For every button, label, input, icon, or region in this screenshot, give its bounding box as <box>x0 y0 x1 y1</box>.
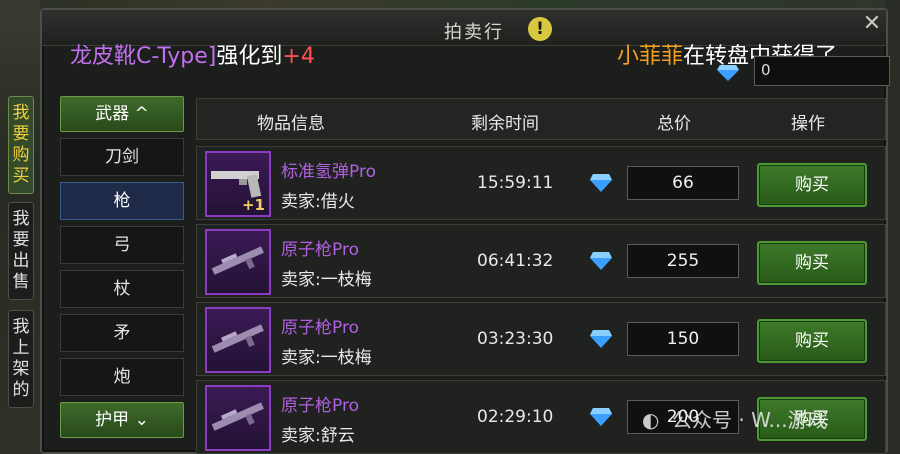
seller-name: 卖家:舒云 <box>281 426 355 446</box>
warning-icon[interactable]: ! <box>528 17 552 41</box>
category-item-cannon[interactable]: 炮 <box>60 358 184 396</box>
category-armor-label: 护甲 <box>95 410 130 430</box>
category-item-spear[interactable]: 矛 <box>60 314 184 352</box>
seller-name: 卖家:一枝梅 <box>281 270 372 290</box>
price-field: 150 <box>627 322 739 356</box>
announce-action: 强化到 <box>216 44 283 69</box>
category-item-gun[interactable]: 枪 <box>60 182 184 220</box>
price-field: 255 <box>627 244 739 278</box>
category-armor-toggle[interactable]: 护甲 ⌄ <box>60 402 184 438</box>
close-icon[interactable]: ✕ <box>860 12 884 36</box>
pistol-icon <box>211 171 262 198</box>
header-action: 操作 <box>791 114 825 134</box>
category-item-bow[interactable]: 弓 <box>60 226 184 264</box>
item-name: 原子枪Pro <box>281 240 359 260</box>
chevron-up-icon: ^ <box>134 104 149 124</box>
remaining-time: 02:29:10 <box>477 407 554 427</box>
announce-item: 龙皮靴C-Type] <box>70 44 217 69</box>
table-header: 物品信息 剩余时间 总价 操作 <box>196 98 886 140</box>
category-list: 武器 ^ 刀剑 枪 弓 杖 矛 炮 护甲 ⌄ <box>60 96 184 438</box>
table-row: 原子枪Pro 卖家:一枝梅 03:23:30 150 购买 <box>196 302 886 376</box>
seller-name: 卖家:借火 <box>281 192 355 212</box>
table-row: 原子枪Pro 卖家:一枝梅 06:41:32 255 购买 <box>196 224 886 298</box>
diamond-icon <box>590 174 612 192</box>
rifle-icon <box>211 324 264 353</box>
item-name: 原子枪Pro <box>281 318 359 338</box>
watermark: ◐ 公众号 · W...游戏 <box>642 404 828 433</box>
diamond-icon <box>590 252 612 270</box>
seller-name: 卖家:一枝梅 <box>281 348 372 368</box>
enhance-badge: +1 <box>241 196 265 214</box>
announce-player: 小菲菲 <box>617 44 684 69</box>
header-item-info: 物品信息 <box>257 114 325 134</box>
item-thumbnail[interactable] <box>205 385 271 451</box>
buy-button[interactable]: 购买 <box>757 241 867 285</box>
remaining-time: 03:23:30 <box>477 329 554 349</box>
price-field: 66 <box>627 166 739 200</box>
buy-button[interactable]: 购买 <box>757 163 867 207</box>
tab-my-listings[interactable]: 我上架的 <box>8 310 34 408</box>
header-price: 总价 <box>657 114 691 134</box>
diamond-icon <box>717 65 739 81</box>
table-row: +1 标准氢弹Pro 卖家:借火 15:59:11 66 购买 <box>196 146 886 220</box>
watermark-text: 公众号 · W...游戏 <box>672 408 828 432</box>
tab-buy[interactable]: 我要购买 <box>8 96 34 194</box>
item-thumbnail[interactable] <box>205 229 271 295</box>
chevron-down-icon: ⌄ <box>134 410 149 430</box>
buy-button[interactable]: 购买 <box>757 319 867 363</box>
diamond-icon <box>590 408 612 426</box>
item-thumbnail[interactable]: +1 <box>205 151 271 217</box>
category-weapons-toggle[interactable]: 武器 ^ <box>60 96 184 132</box>
announce-level: +4 <box>282 44 315 69</box>
rifle-icon <box>211 246 264 275</box>
header-time: 剩余时间 <box>471 114 539 134</box>
wechat-icon: ◐ <box>642 408 660 432</box>
announcement-left: 龙皮靴C-Type]强化到+4 <box>70 38 315 70</box>
currency-field: 0 <box>754 56 890 86</box>
diamond-icon <box>590 330 612 348</box>
rifle-icon <box>211 402 264 431</box>
item-name: 原子枪Pro <box>281 396 359 416</box>
item-name: 标准氢弹Pro <box>281 162 376 182</box>
category-item-sword[interactable]: 刀剑 <box>60 138 184 176</box>
item-thumbnail[interactable] <box>205 307 271 373</box>
tab-sell[interactable]: 我要出售 <box>8 202 34 300</box>
remaining-time: 06:41:32 <box>477 251 554 271</box>
remaining-time: 15:59:11 <box>477 173 554 193</box>
category-weapons-label: 武器 <box>95 104 130 124</box>
category-item-staff[interactable]: 杖 <box>60 270 184 308</box>
panel-title: 拍卖行 <box>444 22 504 43</box>
